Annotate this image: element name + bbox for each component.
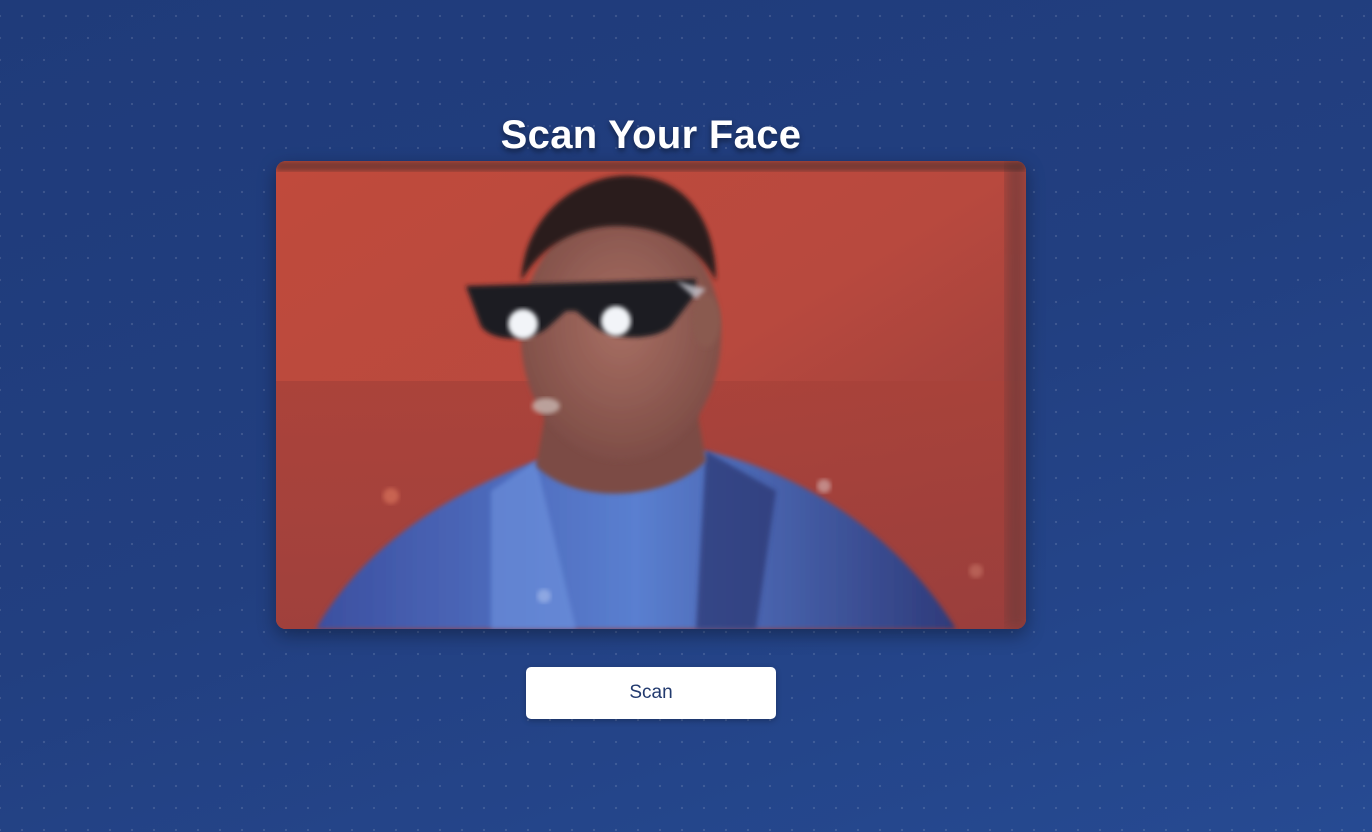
camera-feed <box>276 161 1026 629</box>
camera-feed-image <box>276 161 1026 629</box>
scan-button[interactable]: Scan <box>526 667 776 719</box>
page-title: Scan Your Face <box>500 112 802 157</box>
